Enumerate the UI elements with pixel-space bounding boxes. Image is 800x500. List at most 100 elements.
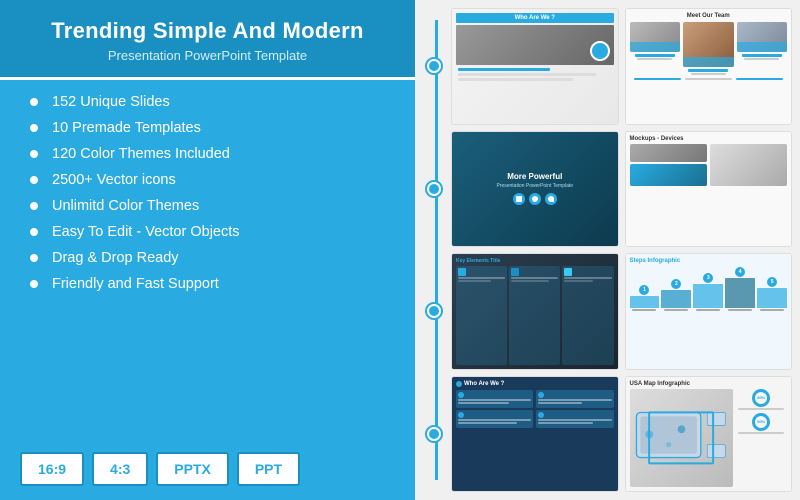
bullet-icon [30,228,38,236]
dark-bar-2 [458,280,491,282]
step-item-5: 5 [757,277,787,311]
feature-item-7: Drag & Drop Ready [30,250,395,266]
main-title: Trending Simple And Modern [20,18,395,44]
timeline-dot-1 [427,59,441,73]
dark-icon-3 [564,268,572,276]
dark-bar-4 [511,280,549,282]
team-name-bar-3 [742,54,782,57]
feature-item-8: Friendly and Fast Support [30,276,395,292]
who2-block-bar-6 [538,402,582,404]
step-label-4 [728,309,752,311]
slide-thumb-dark[interactable]: Key Elements Title [451,253,619,370]
dark-col-2 [509,266,560,365]
who2-block-4 [536,410,613,428]
feature-label-6: Easy To Edit - Vector Objects [52,224,240,240]
who2-block-bar-3 [458,419,531,421]
dark-slide-content [456,266,614,365]
slide-title-mockups: Mockups - Devices [630,136,788,142]
slide-title-usa: USA Map Infographic [630,381,788,387]
team-name-bar-1 [635,54,675,57]
slide-row-2: More Powerful Presentation PowerPoint Te… [423,131,792,248]
who2-block-2 [456,410,533,428]
bullet-icon [30,150,38,158]
slide-row-1: Who Are We ? Meet Our Team [423,8,792,125]
slide-inner-steps: Steps Infographic 1 2 3 [626,254,792,369]
mockup-device-1 [630,144,707,162]
bullet-icon [30,202,38,210]
feature-label-3: 120 Color Themes Included [52,146,230,162]
steps-content: 1 2 3 4 [630,267,788,311]
who2-block-1 [456,390,533,408]
slide-thumb-more-powerful[interactable]: More Powerful Presentation PowerPoint Te… [451,131,619,248]
dark-icon-1 [458,268,466,276]
usa-stat-bar-1 [738,408,784,410]
slide-inner-more-powerful: More Powerful Presentation PowerPoint Te… [452,132,618,247]
feature-item-1: 152 Unique Slides [30,94,395,110]
step-num-1: 1 [639,285,649,295]
who2-block-bar-7 [538,419,611,421]
who2-block-bar-5 [538,399,611,401]
format-badge-169[interactable]: 16:9 [20,452,84,486]
slide-inner-dark: Key Elements Title [452,254,618,369]
format-badge-ppt[interactable]: PPT [237,452,300,486]
step-label-3 [696,309,720,311]
content-bar-gray [458,73,596,76]
timeline-dot-2 [427,182,441,196]
slide-thumb-usa[interactable]: USA Map Infographic [625,376,793,493]
team-avatar-2 [683,22,734,67]
mockup-device-2 [630,164,707,186]
slide-header-who-are-we: Who Are We ? [456,13,614,23]
mp-icon-1 [513,193,525,205]
slide-inner-mockups: Mockups - Devices [626,132,792,247]
team-info-bar-3 [736,78,783,80]
slide-bars [456,67,614,82]
step-item-4: 4 [725,267,755,311]
who2-block-bar-1 [458,399,531,401]
slide-thumb-steps[interactable]: Steps Infographic 1 2 3 [625,253,793,370]
feature-label-1: 152 Unique Slides [52,94,170,110]
slide-inner-meet-team: Meet Our Team [626,9,792,124]
step-num-4: 4 [735,267,745,277]
who2-header: Who Are We ? [456,381,614,387]
mp-icon-2 [529,193,541,205]
timeline-dot-3 [427,304,441,318]
step-label-2 [664,309,688,311]
title-section: Trending Simple And Modern Presentation … [0,0,415,80]
team-role-bar-2 [691,73,726,75]
feature-label-4: 2500+ Vector icons [52,172,176,188]
usa-map-svg [630,389,733,488]
bullet-icon [30,124,38,132]
format-section: 16:9 4:3 PPTX PPT [0,442,415,500]
team-members [630,22,788,75]
mp-icons [513,193,557,205]
who2-block-bar-8 [538,422,593,424]
feature-label-5: Unlimitd Color Themes [52,198,199,214]
who2-icon [456,381,462,387]
step-label-5 [760,309,784,311]
who2-block-icon-1 [458,392,464,398]
team-info-bars [630,78,788,80]
slide-thumb-mockups[interactable]: Mockups - Devices [625,131,793,248]
dark-slide-header: Key Elements Title [456,258,614,264]
slide-thumb-meet-team[interactable]: Meet Our Team [625,8,793,125]
team-info-bar-1 [634,78,681,80]
step-label-1 [632,309,656,311]
who2-block-icon-3 [538,392,544,398]
slide-img-who-are-we [456,25,614,65]
format-badge-43[interactable]: 4:3 [92,452,148,486]
step-num-5: 5 [767,277,777,287]
slide-title-meet-team: Meet Our Team [630,13,788,19]
slide-thumb-who-are-we[interactable]: Who Are We ? [451,8,619,125]
feature-label-8: Friendly and Fast Support [52,276,219,292]
who2-block-bar-4 [458,422,517,424]
slide-inner-usa: USA Map Infographic [626,377,792,492]
slide-sub-more-powerful: Presentation PowerPoint Template [496,183,573,189]
bullet-icon [30,98,38,106]
slide-thumb-who2[interactable]: Who Are We ? [451,376,619,493]
slide-row-4: Who Are We ? [423,376,792,493]
content-bar-gray2 [458,78,573,81]
bullet-icon [30,254,38,262]
team-member-3 [737,22,788,75]
format-badge-pptx[interactable]: PPTX [156,452,229,486]
dark-bar-5 [564,277,611,279]
